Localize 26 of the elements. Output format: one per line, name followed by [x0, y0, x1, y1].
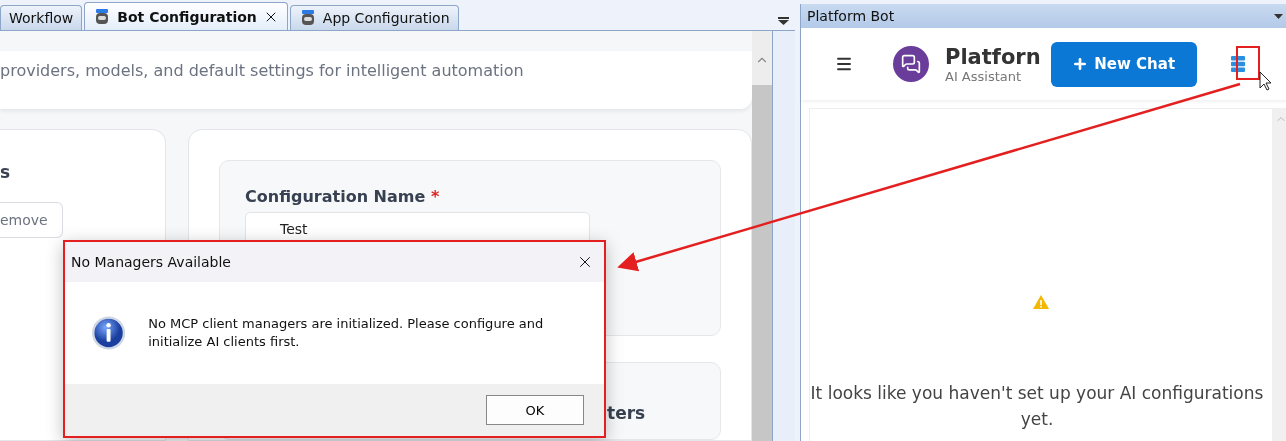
- plus-icon: [1072, 56, 1089, 72]
- section-heading: ters: [607, 403, 646, 423]
- info-icon: [91, 315, 127, 351]
- card-heading: s: [0, 162, 12, 182]
- document-tab[interactable]: App Configuration: [289, 5, 459, 30]
- page-subtitle: providers, models, and default settings for intelligent automation: [0, 60, 524, 80]
- scrollbar-thumb[interactable]: [752, 85, 772, 441]
- dropdown-icon[interactable]: [778, 17, 789, 25]
- dialog-title: No Managers Available: [71, 254, 231, 270]
- warning-icon: [1033, 295, 1049, 309]
- chat-bubbles-icon: [901, 54, 921, 74]
- empty-state-message: It looks like you haven't set up your AI configurations yet.: [809, 382, 1265, 431]
- brand-name: Platforn: [945, 44, 1041, 69]
- document-tab[interactable]: Bot Configuration: [84, 2, 288, 30]
- panel-title: Platform Bot: [807, 8, 895, 24]
- new-chat-button[interactable]: New Chat: [1050, 41, 1197, 87]
- field-label: Configuration Name *: [245, 187, 441, 206]
- dialog-message: No MCP client managers are initialized. Please configure and initialize AI clients first.: [148, 314, 545, 351]
- dropdown-icon[interactable]: [1274, 13, 1283, 19]
- cursor-icon: [1259, 71, 1272, 91]
- brand-tagline: AI Assistant: [945, 68, 1023, 84]
- ok-button[interactable]: OK: [486, 395, 584, 425]
- document-tab[interactable]: Workflow: [0, 5, 83, 30]
- menu-icon[interactable]: [835, 55, 853, 73]
- remove-button[interactable]: emove: [0, 202, 63, 238]
- server-icon[interactable]: [1230, 56, 1245, 72]
